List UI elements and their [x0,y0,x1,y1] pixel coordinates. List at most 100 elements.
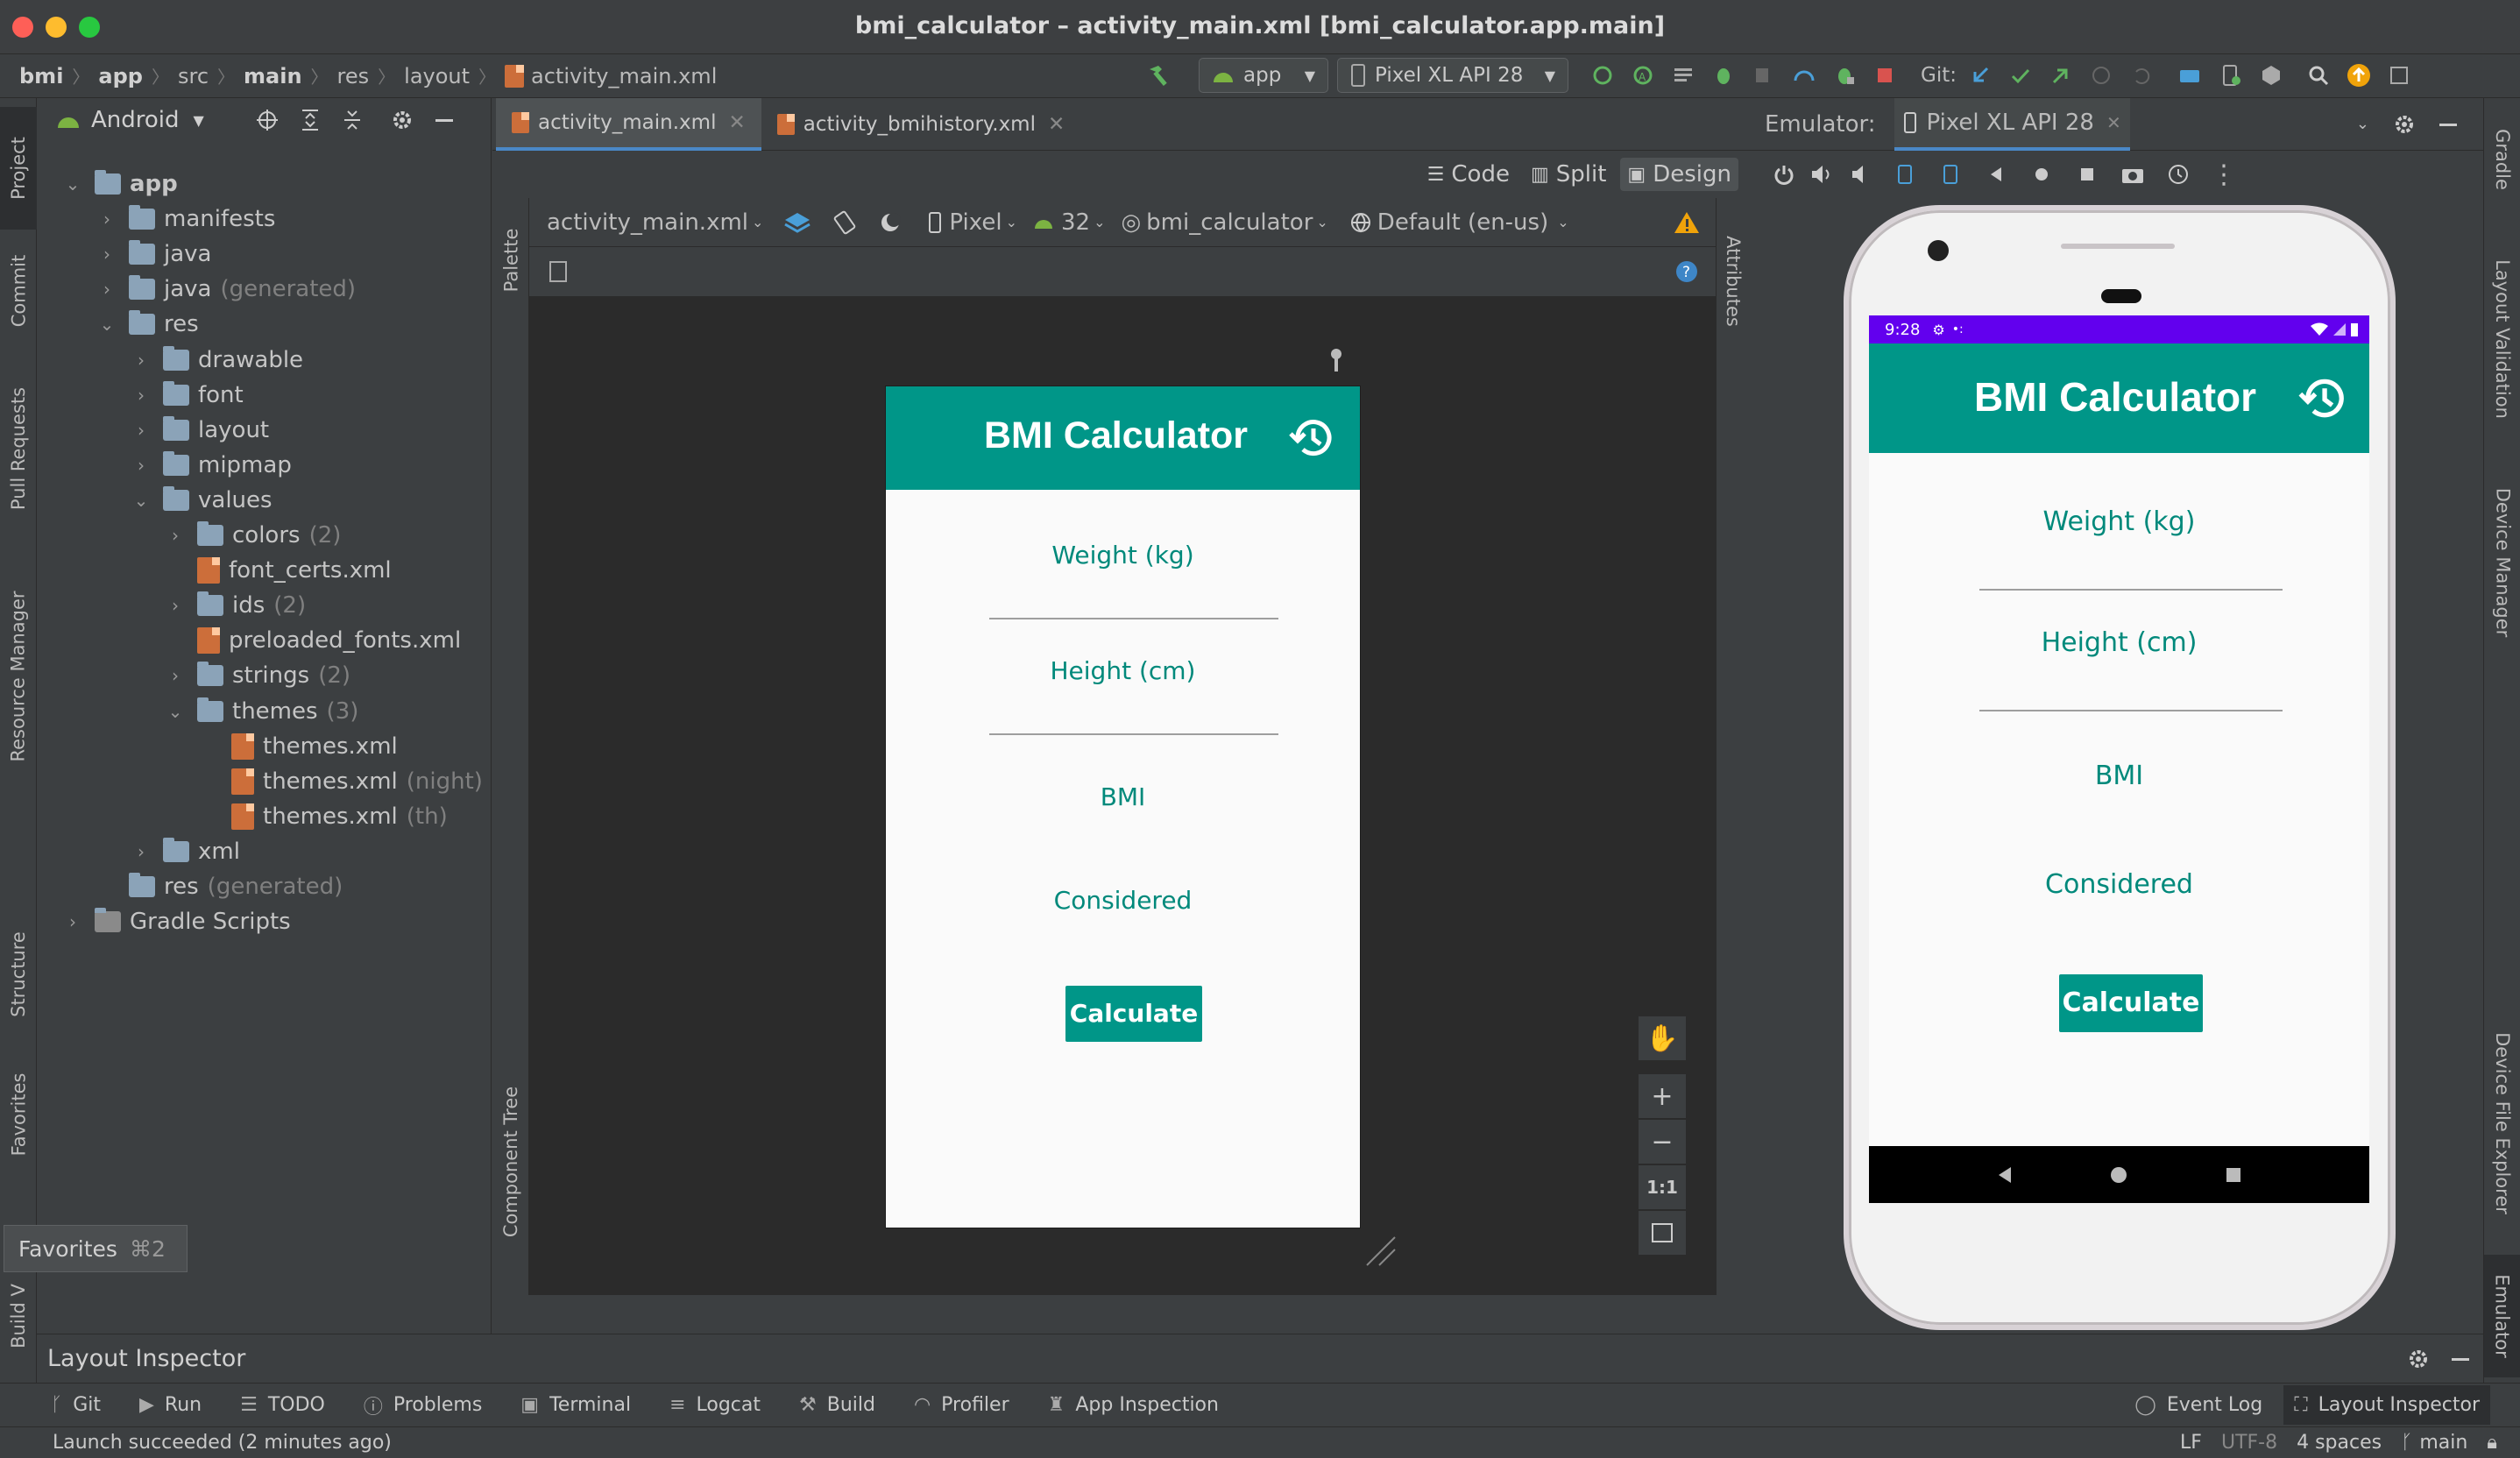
breadcrumb-item[interactable]: res [337,64,370,88]
sdk-manager-icon[interactable] [2255,59,2288,92]
design-blueprint-toggle-icon[interactable] [782,209,812,236]
chevron-right-icon[interactable]: › [166,665,185,686]
chevron-down-icon[interactable]: ⌄ [63,173,82,195]
tree-item[interactable]: font_certs.xml [166,553,392,588]
zoom-to-fit-button[interactable] [1639,1211,1686,1255]
tool-event-log[interactable]: ◯ Event Log [2134,1394,2262,1416]
chevron-right-icon[interactable]: › [131,350,151,371]
device-for-preview-select[interactable]: Pixel ⌄ [928,209,1017,236]
gear-icon[interactable] [2406,1347,2431,1371]
indent-status[interactable]: 4 spaces [2297,1432,2382,1454]
nav-overview-icon[interactable] [2224,1165,2243,1185]
layout-preview[interactable]: BMI Calculator Weight (kg) Height (cm) B… [886,386,1360,1228]
chevron-right-icon[interactable]: › [97,279,117,300]
snapshot-icon[interactable] [2155,162,2201,187]
attach-debugger-bug-icon[interactable] [1828,59,1861,92]
resize-handle-icon[interactable] [1363,1234,1398,1269]
code-mode-button[interactable]: ☰ Code [1420,158,1517,191]
tree-item[interactable]: › colors (2) [166,518,341,553]
git-branch-status[interactable]: ᚴ main [2401,1432,2467,1454]
expand-all-icon[interactable] [299,108,322,132]
attach-debugger-icon[interactable] [1747,59,1780,92]
lock-icon[interactable]: 🔒︎ [2487,1432,2497,1454]
chevron-right-icon[interactable]: › [97,209,117,230]
zoom-actual-size-button[interactable]: 1:1 [1639,1165,1686,1209]
design-mode-button[interactable]: ▣ Design [1620,158,1738,191]
calculate-button[interactable]: Calculate [2059,974,2203,1032]
tab-device-file-explorer[interactable]: Device File Explorer [2484,1001,2520,1246]
git-update-icon[interactable] [1964,59,1997,92]
tab-emulator[interactable]: Emulator [2484,1255,2520,1377]
layout-file-select[interactable]: activity_main.xml ⌄ [547,209,763,236]
apply-changes-restart-icon[interactable] [1586,59,1619,92]
close-tab-icon[interactable]: ✕ [1048,113,1065,136]
tree-item[interactable]: ⌄ values [131,483,273,518]
breadcrumb-item[interactable]: activity_main.xml [531,64,717,88]
emulator-screen[interactable]: 9:28 ⚙ •: BMI Calculator Weight (kg) Hei… [1869,315,2369,1203]
history-icon[interactable] [1285,411,1340,465]
tab-structure[interactable]: Structure [0,904,37,1044]
tree-item[interactable]: res (generated) [97,869,343,904]
wrench-icon[interactable] [1325,347,1348,373]
tree-item[interactable]: › font [131,378,244,413]
close-tab-icon[interactable]: ✕ [2106,112,2121,133]
tree-item[interactable]: preloaded_fonts.xml [166,623,461,658]
view-options-icon[interactable] [549,260,568,283]
tree-item[interactable]: ⌄ app [63,166,178,202]
collapse-all-icon[interactable] [341,108,364,132]
night-mode-icon[interactable] [877,209,903,236]
tab-project[interactable]: Project [0,107,37,230]
chevron-right-icon[interactable]: › [131,385,151,406]
git-rollback-icon[interactable] [2125,59,2158,92]
git-history-icon[interactable] [2085,59,2118,92]
pan-tool-button[interactable]: ✋ [1639,1016,1686,1060]
tree-item[interactable]: › manifests [97,202,275,237]
tree-item[interactable]: ⌄ res [97,307,199,342]
zoom-in-button[interactable]: + [1639,1074,1686,1118]
tab-commit[interactable]: Commit [0,238,37,343]
tree-item[interactable]: › drawable [131,343,303,378]
chevron-right-icon[interactable]: › [166,525,185,546]
tool-layout-inspector[interactable]: ⛶ Layout Inspector [2283,1385,2490,1425]
tab-device-manager[interactable]: Device Manager [2484,466,2520,659]
orientation-icon[interactable] [832,209,858,236]
rotate-right-icon[interactable] [1928,162,1973,187]
run-coverage-icon[interactable] [1667,59,1700,92]
tool-profiler[interactable]: ◠ Profiler [914,1394,1009,1416]
status-message[interactable]: Launch succeeded (2 minutes ago) [53,1432,392,1454]
tool-terminal[interactable]: ▣ Terminal [520,1394,631,1416]
breadcrumb-item[interactable]: app [98,64,143,88]
tab-palette[interactable]: Palette [492,212,529,308]
tool-app-inspection[interactable]: ♜ App Inspection [1048,1394,1219,1416]
tool-logcat[interactable]: ≡ Logcat [669,1394,761,1416]
split-mode-button[interactable]: ▥ Split [1524,158,1613,191]
tab-attributes[interactable]: Attributes [1717,216,1750,347]
device-select[interactable]: Pixel XL API 28 ▼ [1337,58,1568,93]
chevron-right-icon[interactable]: › [131,455,151,476]
hide-panel-icon[interactable] [2450,1348,2471,1370]
hide-panel-icon[interactable] [434,110,455,131]
breadcrumb-item[interactable]: layout [404,64,470,88]
tree-item[interactable]: › java (generated) [97,272,356,307]
tab-pull-requests[interactable]: Pull Requests [0,361,37,536]
project-view-select[interactable]: Android [91,107,180,133]
calculate-button[interactable]: Calculate [1065,986,1202,1042]
tree-item[interactable]: › strings (2) [166,658,350,693]
profile-icon[interactable] [1787,59,1821,92]
history-icon[interactable] [2295,370,2353,428]
tree-item[interactable]: › xml [131,834,240,869]
chevron-down-icon[interactable]: ⌄ [2356,115,2369,133]
tab-build-variants[interactable]: Build V [0,1255,37,1377]
hide-panel-icon[interactable] [2438,114,2459,135]
tab-resource-manager[interactable]: Resource Manager [0,563,37,790]
tree-item[interactable]: themes.xml (night) [200,764,483,799]
tool-run[interactable]: ▶ Run [139,1394,202,1416]
tab-component-tree[interactable]: Component Tree [492,1065,529,1258]
apply-code-changes-icon[interactable]: A [1626,59,1660,92]
update-available-icon[interactable] [2342,59,2375,92]
tab-activity-bmihistory[interactable]: activity_bmihistory.xml ✕ [761,98,1081,151]
chevron-down-icon[interactable]: ⌄ [166,701,185,722]
select-opened-file-icon[interactable] [255,108,280,132]
git-commit-icon[interactable] [2004,59,2037,92]
gear-icon[interactable] [2392,112,2417,137]
